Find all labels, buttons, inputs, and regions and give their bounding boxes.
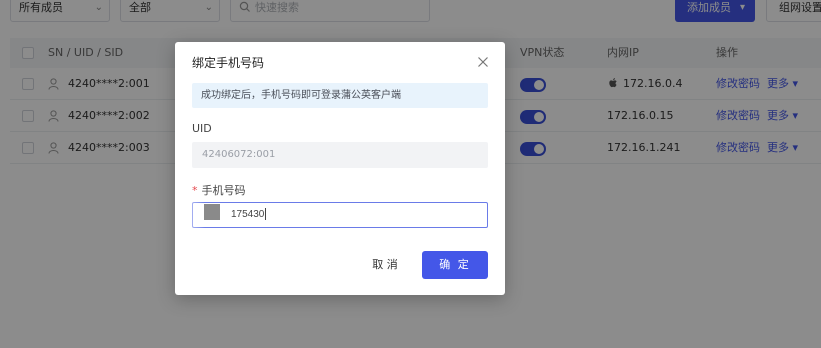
redaction-mask — [175, 194, 205, 246]
text-caret — [265, 208, 267, 221]
confirm-button[interactable]: 确 定 — [422, 251, 488, 279]
phone-value: 175430 — [231, 209, 265, 220]
bind-phone-dialog: 绑定手机号码 成功绑定后，手机号码即可登录蒲公英客户端 UID 42406072… — [175, 42, 505, 295]
phone-input[interactable]: 175430 — [192, 202, 488, 228]
info-notice: 成功绑定后，手机号码即可登录蒲公英客户端 — [192, 83, 488, 108]
close-icon[interactable] — [477, 56, 489, 68]
uid-label: UID — [192, 122, 212, 135]
dialog-title: 绑定手机号码 — [192, 56, 265, 70]
phone-label-text: 手机号码 — [201, 184, 246, 197]
uid-field: 42406072:001 — [192, 142, 488, 168]
cancel-button[interactable]: 取 消 — [365, 252, 405, 278]
redaction-block — [204, 204, 220, 220]
